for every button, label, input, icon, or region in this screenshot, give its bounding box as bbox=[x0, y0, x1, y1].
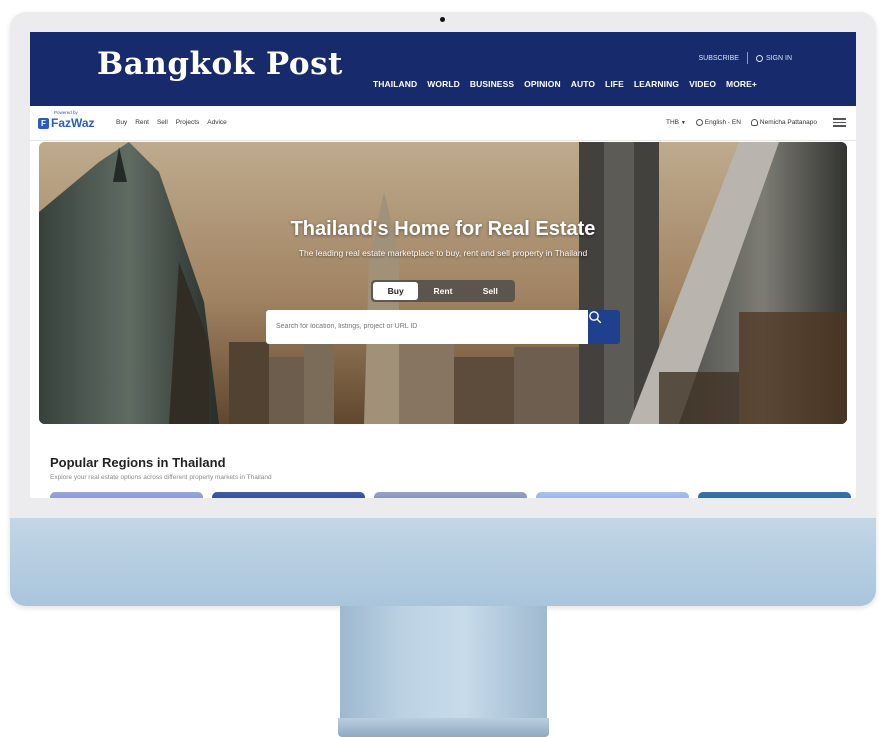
hero-title: Thailand's Home for Real Estate bbox=[290, 218, 596, 240]
region-card[interactable] bbox=[212, 492, 365, 498]
region-card[interactable] bbox=[536, 492, 689, 498]
account-links: SUBSCRIBE SIGN IN bbox=[698, 52, 792, 64]
currency-label: THB bbox=[666, 118, 680, 126]
powered-by-label: Powered by bbox=[54, 110, 78, 115]
imac-stand-foot bbox=[338, 718, 549, 737]
listing-type-tabs: Buy Rent Sell bbox=[371, 280, 515, 302]
search-button[interactable] bbox=[588, 310, 620, 344]
user-name: Nemicha Pattanapo bbox=[759, 118, 817, 126]
region-card[interactable] bbox=[698, 492, 851, 498]
region-card[interactable] bbox=[50, 492, 203, 498]
camera-icon bbox=[440, 17, 445, 22]
nav-opinion[interactable]: OPINION bbox=[524, 79, 561, 89]
language-selector[interactable]: English - EN bbox=[695, 118, 741, 126]
hero-subtitle: The leading real estate marketplace to b… bbox=[298, 248, 588, 258]
subscribe-link[interactable]: SUBSCRIBE bbox=[698, 55, 738, 62]
nav-more[interactable]: MORE+ bbox=[726, 79, 757, 89]
search-icon bbox=[589, 311, 602, 324]
tab-buy[interactable]: Buy bbox=[373, 282, 419, 300]
language-label: English - EN bbox=[704, 118, 741, 126]
sign-in-link[interactable]: SIGN IN bbox=[755, 54, 792, 62]
bangkok-post-logo[interactable]: Bangkok Post bbox=[97, 46, 343, 82]
region-card[interactable] bbox=[374, 492, 527, 498]
fazwaz-bar: Powered by F FazWaz Buy Rent Sell Projec… bbox=[30, 106, 856, 141]
browser-screen: Bangkok Post SUBSCRIBE SIGN IN THAILAND … bbox=[30, 32, 856, 498]
hamburger-menu-icon[interactable] bbox=[833, 118, 846, 127]
bangkok-post-header: Bangkok Post SUBSCRIBE SIGN IN THAILAND … bbox=[30, 32, 856, 106]
fazwaz-user-controls: THB ▼ English - EN Nemicha Pattanapo bbox=[666, 118, 846, 127]
nav-thailand[interactable]: THAILAND bbox=[373, 79, 417, 89]
user-menu[interactable]: Nemicha Pattanapo bbox=[750, 118, 817, 126]
chevron-down-icon: ▼ bbox=[680, 119, 686, 126]
user-icon bbox=[750, 118, 758, 126]
fazwaz-logo-text: FazWaz bbox=[51, 116, 95, 130]
nav-world[interactable]: WORLD bbox=[427, 79, 460, 89]
fazwaz-nav-projects[interactable]: Projects bbox=[176, 119, 199, 126]
tab-rent[interactable]: Rent bbox=[420, 282, 465, 300]
imac-chin bbox=[10, 518, 876, 606]
nav-auto[interactable]: AUTO bbox=[571, 79, 595, 89]
fazwaz-nav-sell[interactable]: Sell bbox=[157, 119, 168, 126]
divider bbox=[746, 52, 748, 64]
popular-regions-title: Popular Regions in Thailand bbox=[50, 455, 226, 470]
globe-icon bbox=[695, 118, 703, 126]
region-cards bbox=[50, 492, 851, 498]
imac-stand bbox=[340, 606, 547, 718]
tab-sell[interactable]: Sell bbox=[468, 282, 513, 300]
user-icon bbox=[755, 54, 763, 62]
property-search-input[interactable] bbox=[266, 310, 588, 344]
fazwaz-logo-icon: F bbox=[38, 117, 49, 129]
hero-banner: Thailand's Home for Real Estate The lead… bbox=[39, 142, 847, 424]
sign-in-label: SIGN IN bbox=[765, 54, 792, 62]
currency-selector[interactable]: THB ▼ bbox=[666, 119, 686, 126]
nav-learning[interactable]: LEARNING bbox=[634, 79, 679, 89]
fazwaz-nav: Buy Rent Sell Projects Advice bbox=[116, 119, 227, 126]
popular-regions-subtitle: Explore your real estate options across … bbox=[50, 474, 272, 481]
fazwaz-nav-buy[interactable]: Buy bbox=[116, 119, 127, 126]
fazwaz-nav-rent[interactable]: Rent bbox=[135, 119, 149, 126]
nav-life[interactable]: LIFE bbox=[605, 79, 624, 89]
nav-business[interactable]: BUSINESS bbox=[470, 79, 514, 89]
nav-video[interactable]: VIDEO bbox=[689, 79, 716, 89]
fazwaz-nav-advice[interactable]: Advice bbox=[207, 119, 227, 126]
main-nav: THAILAND WORLD BUSINESS OPINION AUTO LIF… bbox=[373, 79, 757, 89]
fazwaz-logo[interactable]: F FazWaz bbox=[38, 116, 95, 130]
